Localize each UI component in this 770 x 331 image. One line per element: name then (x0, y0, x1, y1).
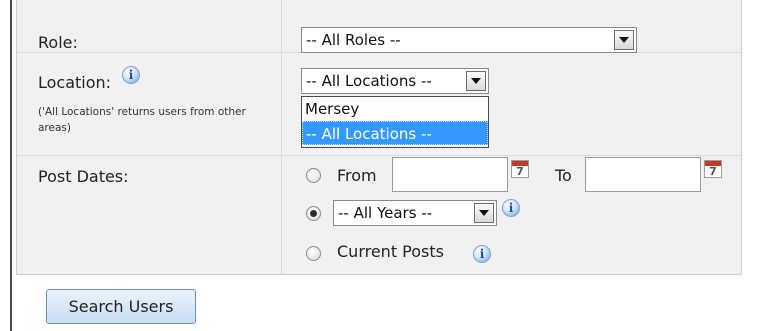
post-dates-label: Post Dates: (38, 167, 129, 186)
calendar-icon[interactable]: 7 (511, 160, 529, 178)
chevron-down-icon[interactable] (466, 71, 486, 91)
to-date-input[interactable] (585, 157, 701, 192)
current-posts-label: Current Posts (337, 242, 444, 261)
location-label: Location: (38, 73, 112, 92)
chevron-down-icon[interactable] (474, 203, 494, 223)
chevron-down-icon[interactable] (614, 30, 634, 50)
radio-all-years[interactable] (306, 206, 321, 221)
location-select-value: -- All Locations -- (306, 72, 432, 90)
column-divider (281, 0, 282, 274)
from-date-input[interactable] (392, 157, 508, 192)
location-note: ('All Locations' returns users from othe… (38, 106, 246, 134)
years-select[interactable]: -- All Years -- (333, 200, 497, 226)
dropdown-option-all-locations[interactable]: -- All Locations -- (302, 121, 488, 145)
role-select[interactable]: -- All Roles -- (301, 27, 637, 53)
info-icon[interactable]: i (473, 245, 491, 263)
calendar-icon[interactable]: 7 (704, 160, 722, 178)
search-users-button[interactable]: Search Users (46, 289, 196, 324)
row-divider (17, 155, 741, 156)
info-icon[interactable]: i (122, 66, 140, 84)
dropdown-option-mersey[interactable]: Mersey (302, 97, 488, 121)
info-icon[interactable]: i (502, 199, 520, 217)
location-select[interactable]: -- All Locations -- (301, 68, 489, 94)
years-select-value: -- All Years -- (338, 204, 433, 222)
location-dropdown-list: Mersey -- All Locations -- (301, 96, 489, 148)
role-label: Role: (38, 33, 78, 52)
role-select-value: -- All Roles -- (306, 31, 401, 49)
radio-from[interactable] (306, 168, 321, 183)
to-label: To (555, 166, 572, 185)
radio-current-posts[interactable] (306, 246, 321, 261)
from-label: From (337, 166, 377, 185)
